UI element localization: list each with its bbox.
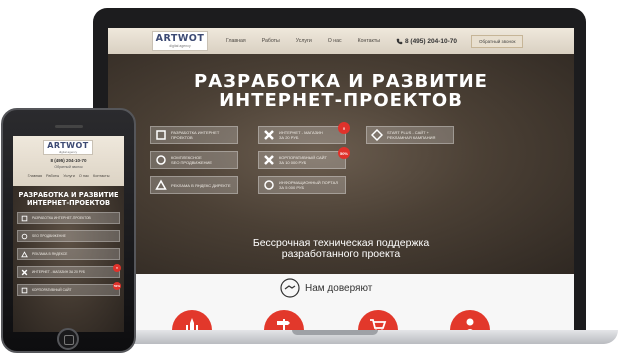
laptop-notch bbox=[292, 330, 378, 335]
client-logo[interactable] bbox=[264, 310, 304, 330]
close-icon bbox=[264, 130, 274, 140]
service-web-development[interactable]: РАЗРАБОТКА ИНТЕРНЕТ ПРОЕКТОВ bbox=[150, 126, 238, 144]
square-icon bbox=[21, 215, 28, 221]
circle-icon bbox=[21, 233, 28, 239]
service-online-store[interactable]: ИНТЕРНЕТ - МАГАЗИН ЗА 20 РУБ !! bbox=[258, 122, 350, 144]
hero-subtitle-line-2: разработанного проекта bbox=[281, 248, 401, 260]
site-header: ARTWOT digital agency Главная Работы Усл… bbox=[108, 28, 574, 54]
nav-item-services[interactable]: Услуги bbox=[63, 174, 75, 178]
logo-tagline: digital agency bbox=[169, 43, 191, 48]
kremlin-icon bbox=[186, 318, 198, 330]
mobile-title-line-2: ИНТЕРНЕТ-ПРОЕКТОВ bbox=[26, 198, 111, 207]
hero-subtitle: Бессрочная техническая поддержка разрабо… bbox=[108, 238, 574, 260]
device-mockup: ARTWOT digital agency Главная Работы Усл… bbox=[0, 0, 618, 358]
nav-item-contacts[interactable]: Контакты bbox=[93, 174, 109, 178]
nav-item-about[interactable]: О нас bbox=[328, 38, 342, 44]
header-phone[interactable]: 8 (495) 204-10-70 bbox=[396, 38, 457, 45]
hero-title-line-2: ИНТЕРНЕТ-ПРОЕКТОВ bbox=[219, 90, 463, 111]
mobile-service[interactable]: РАЗРАБОТКА ИНТЕРНЕТ-ПРОЕКТОВ bbox=[17, 212, 120, 224]
shopping-cart-icon bbox=[370, 319, 387, 330]
client-logo[interactable] bbox=[358, 310, 398, 330]
service-label-2: ЗА 5 000 РУБ bbox=[279, 185, 305, 190]
callback-button[interactable]: Обратный звонок bbox=[471, 34, 524, 48]
nav-item-services[interactable]: Услуги bbox=[296, 38, 312, 44]
service-badge: !! bbox=[113, 264, 121, 272]
hero-title: РАЗРАБОТКА И РАЗВИТИЕ ИНТЕРНЕТ-ПРОЕКТОВ bbox=[108, 72, 574, 110]
close-icon bbox=[21, 269, 28, 275]
mobile-service[interactable]: РЕКЛАМА В ЯНДЕКСЕ bbox=[17, 248, 120, 260]
service-label-2: РЕКЛАМНАЯ КАМПАНИЯ bbox=[387, 135, 436, 140]
mobile-callback[interactable]: Обратный звонок bbox=[13, 165, 124, 169]
hero-title-line-1: РАЗРАБОТКА И РАЗВИТИЕ bbox=[194, 71, 488, 92]
mobile-logo[interactable]: ARTWOT digital agency bbox=[43, 140, 93, 155]
logo-text: ARTWOT bbox=[155, 33, 205, 44]
logo-tagline: digital agency bbox=[58, 149, 78, 154]
logo-text: ARTWOT bbox=[47, 140, 89, 150]
service-yandex-direct[interactable]: РЕКЛАМА В ЯНДЕКС ДИРЕКТЕ bbox=[150, 176, 238, 194]
nav-item-works[interactable]: Работы bbox=[262, 38, 280, 44]
mobile-header: ARTWOT digital agency 8 (495) 204-10-70 … bbox=[13, 136, 124, 186]
phone-speaker bbox=[55, 125, 83, 128]
circle-icon bbox=[156, 155, 166, 165]
service-label-2: SEO ПРОДВИЖЕНИЕ bbox=[171, 160, 213, 165]
phone-number: 8 (495) 204-10-70 bbox=[404, 37, 458, 45]
service-corporate-site[interactable]: КОРПОРАТИВНЫЙ САЙТ ЗА 10 000 РУБ 50% bbox=[258, 147, 350, 169]
circle-icon bbox=[264, 180, 274, 190]
hero-section: РАЗРАБОТКА И РАЗВИТИЕ ИНТЕРНЕТ-ПРОЕКТОВ … bbox=[108, 54, 574, 274]
service-label-2: ЗА 20 РУБ bbox=[279, 135, 299, 140]
square-icon bbox=[156, 130, 166, 140]
square-icon bbox=[21, 287, 28, 293]
trust-title: Нам доверяют bbox=[305, 282, 373, 294]
mobile-hero: РАЗРАБОТКА И РАЗВИТИЕ ИНТЕРНЕТ-ПРОЕКТОВ … bbox=[13, 186, 124, 332]
service-start-plus[interactable]: START PLUS - САЙТ + РЕКЛАМНАЯ КАМПАНИЯ bbox=[366, 126, 454, 144]
service-info-portal[interactable]: ИНФОРМАЦИОННЫЙ ПОРТАЛ ЗА 5 000 РУБ bbox=[258, 176, 346, 194]
phone-screen: ARTWOT digital agency 8 (495) 204-10-70 … bbox=[13, 136, 124, 332]
trust-heading: Нам доверяют bbox=[280, 278, 372, 298]
nav-item-contacts[interactable]: Контакты bbox=[358, 38, 380, 44]
triangle-icon bbox=[155, 179, 167, 190]
service-seo[interactable]: КОМПЛЕКСНОЕ SEO ПРОДВИЖЕНИЕ bbox=[150, 151, 238, 169]
diamond-icon bbox=[371, 129, 383, 141]
mobile-service[interactable]: SEO ПРОДВИЖЕНИЕ bbox=[17, 230, 120, 242]
person-icon bbox=[466, 318, 474, 330]
site-logo[interactable]: ARTWOT digital agency bbox=[152, 31, 208, 51]
trust-section: Нам доверяют bbox=[108, 274, 574, 330]
phone-home-button bbox=[57, 328, 79, 350]
service-label-2: ЗА 10 000 РУБ bbox=[279, 160, 307, 165]
mobile-nav: Главная Работы Услуги О нас Контакты bbox=[13, 174, 124, 178]
service-badge: 50% bbox=[338, 147, 350, 159]
nav-item-home[interactable]: Главная bbox=[226, 38, 246, 44]
service-badge: !! bbox=[338, 122, 350, 134]
service-label: SEO ПРОДВИЖЕНИЕ bbox=[32, 234, 66, 238]
handshake-icon bbox=[280, 278, 300, 298]
service-label: РЕКЛАМА В ЯНДЕКС ДИРЕКТЕ bbox=[171, 182, 231, 188]
mobile-phone[interactable]: 8 (495) 204-10-70 bbox=[13, 158, 124, 163]
service-label: РЕКЛАМА В ЯНДЕКСЕ bbox=[32, 252, 68, 256]
service-label: РАЗРАБОТКА ИНТЕРНЕТ-ПРОЕКТОВ bbox=[32, 216, 91, 220]
client-logo[interactable] bbox=[450, 310, 490, 330]
service-badge: 50% bbox=[113, 282, 121, 290]
main-nav: Главная Работы Услуги О нас Контакты bbox=[218, 38, 388, 44]
client-logo[interactable] bbox=[172, 310, 212, 330]
mobile-service[interactable]: КОРПОРАТИВНЫЙ САЙТ 50% bbox=[17, 282, 121, 296]
signpost-icon bbox=[277, 319, 290, 330]
nav-item-about[interactable]: О нас bbox=[79, 174, 89, 178]
nav-item-home[interactable]: Главная bbox=[28, 174, 42, 178]
service-label-2: ПРОЕКТОВ bbox=[171, 135, 193, 140]
mobile-service[interactable]: ИНТЕРНЕТ - МАГАЗИН ЗА 20 РУБ !! bbox=[17, 264, 121, 278]
laptop-screen: ARTWOT digital agency Главная Работы Усл… bbox=[108, 28, 574, 330]
phone-icon bbox=[396, 38, 403, 44]
service-label: ИНТЕРНЕТ - МАГАЗИН ЗА 20 РУБ bbox=[32, 270, 86, 274]
nav-item-works[interactable]: Работы bbox=[46, 174, 59, 178]
triangle-icon bbox=[21, 250, 28, 257]
service-label: КОРПОРАТИВНЫЙ САЙТ bbox=[32, 288, 72, 292]
close-icon bbox=[264, 155, 274, 165]
mobile-hero-title: РАЗРАБОТКА И РАЗВИТИЕ ИНТЕРНЕТ-ПРОЕКТОВ bbox=[13, 191, 124, 207]
